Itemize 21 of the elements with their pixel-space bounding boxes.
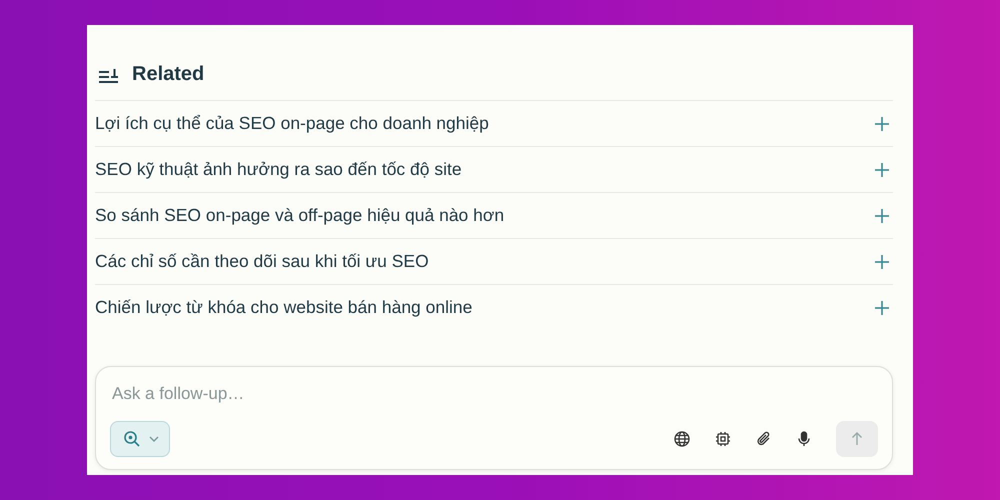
plus-icon <box>875 162 889 176</box>
related-question[interactable]: Lợi ích cụ thể của SEO on-page cho doanh nghiệp <box>95 100 893 146</box>
section-title: Related <box>132 63 204 86</box>
search-icon <box>123 430 141 448</box>
related-question[interactable]: So sánh SEO on-page và off-page hiệu quả nào hơn <box>95 192 893 238</box>
microphone-icon[interactable] <box>797 431 811 447</box>
globe-icon[interactable] <box>674 431 690 447</box>
plus-icon <box>875 116 889 130</box>
follow-up-input[interactable]: Ask a follow-up… <box>110 381 882 407</box>
search-mode-button[interactable] <box>110 421 170 457</box>
plus-icon <box>875 254 889 268</box>
list-add-icon <box>98 66 120 82</box>
related-question[interactable]: Các chỉ số cần theo dõi sau khi tối ưu SEO <box>95 238 893 284</box>
related-question[interactable]: SEO kỹ thuật ảnh hưởng ra sao đến tốc độ site <box>95 146 893 192</box>
plus-icon <box>875 208 889 222</box>
related-question[interactable]: Chiến lược từ khóa cho website bán hàng online <box>95 284 893 330</box>
chip-icon[interactable] <box>715 431 731 447</box>
plus-icon <box>875 300 889 314</box>
chevron-down-icon <box>149 435 159 443</box>
arrow-up-icon <box>851 432 863 446</box>
paperclip-icon[interactable] <box>756 431 772 447</box>
